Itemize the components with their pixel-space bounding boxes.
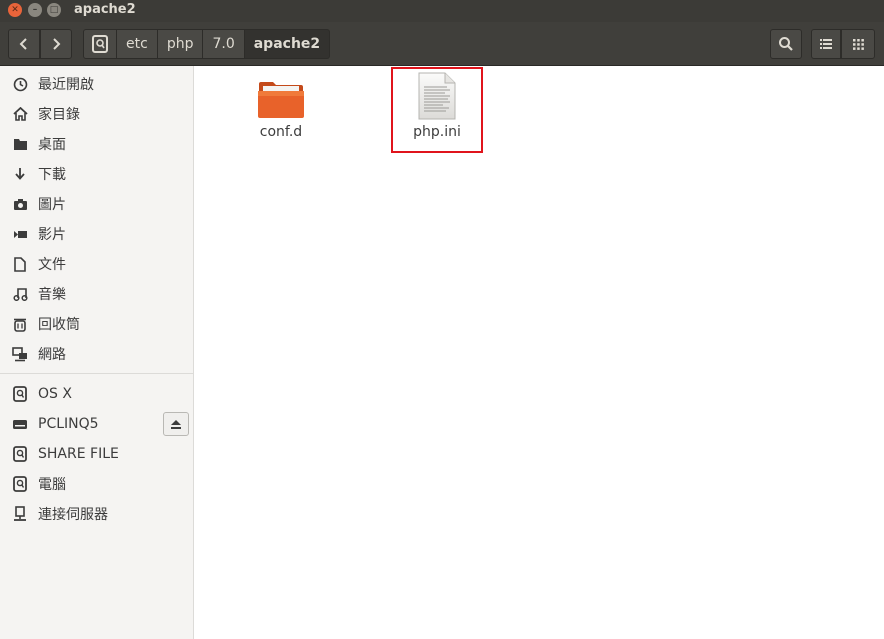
sidebar-item-pictures[interactable]: 圖片 <box>0 189 193 219</box>
sidebar-item-recent[interactable]: 最近開啟 <box>0 69 193 99</box>
download-icon <box>11 165 29 183</box>
toolbar: etc php 7.0 apache2 <box>0 22 884 66</box>
grid-view-icon <box>852 38 864 50</box>
sidebar-item-label: PCLINQ5 <box>38 416 99 432</box>
network-icon <box>11 345 29 363</box>
breadcrumb-7-0[interactable]: 7.0 <box>203 29 245 59</box>
file-item-conf-d[interactable]: conf.d <box>250 80 312 140</box>
sidebar-item-share-file[interactable]: SHARE FILE <box>0 439 193 469</box>
sidebar-item-label: 家目錄 <box>38 107 80 123</box>
sidebar: 最近開啟 家目錄 桌面 下載 圖片 影片 文件 音樂 回收筒 網路 OS X P… <box>0 66 194 639</box>
maximize-window-button[interactable]: □ <box>47 3 61 17</box>
highlight-box <box>391 67 483 153</box>
minimize-window-button[interactable]: – <box>28 3 42 17</box>
search-button[interactable] <box>770 29 802 59</box>
sidebar-item-videos[interactable]: 影片 <box>0 219 193 249</box>
sidebar-item-label: SHARE FILE <box>38 446 119 462</box>
chevron-right-icon <box>53 38 61 50</box>
drive-icon <box>11 445 29 463</box>
sidebar-item-label: 連接伺服器 <box>38 507 108 523</box>
breadcrumb-root[interactable] <box>83 29 117 59</box>
trash-icon <box>11 315 29 333</box>
sidebar-item-computer[interactable]: 電腦 <box>0 469 193 499</box>
sidebar-item-label: 最近開啟 <box>38 77 94 93</box>
file-view: conf.d php.ini <box>200 66 884 639</box>
back-button[interactable] <box>8 29 40 59</box>
sidebar-item-label: 音樂 <box>38 287 66 303</box>
folder-icon <box>258 82 304 118</box>
sidebar-item-music[interactable]: 音樂 <box>0 279 193 309</box>
camera-icon <box>11 195 29 213</box>
document-icon <box>11 255 29 273</box>
title-bar: ✕ – □ apache2 <box>0 0 884 22</box>
sidebar-item-label: 下載 <box>38 167 66 183</box>
breadcrumb: etc php 7.0 apache2 <box>83 29 331 59</box>
drive-icon <box>11 475 29 493</box>
sidebar-item-desktop[interactable]: 桌面 <box>0 129 193 159</box>
sidebar-item-label: 回收筒 <box>38 317 80 333</box>
sidebar-item-trash[interactable]: 回收筒 <box>0 309 193 339</box>
sidebar-item-network[interactable]: 網路 <box>0 339 193 369</box>
breadcrumb-php[interactable]: php <box>157 29 204 59</box>
sidebar-item-home[interactable]: 家目錄 <box>0 99 193 129</box>
close-window-button[interactable]: ✕ <box>8 3 22 17</box>
sidebar-item-label: OS X <box>38 386 72 402</box>
drive-icon <box>11 385 29 403</box>
sidebar-item-label: 影片 <box>38 227 66 243</box>
eject-button[interactable] <box>163 412 189 436</box>
sidebar-item-os-x[interactable]: OS X <box>0 379 193 409</box>
sidebar-item-documents[interactable]: 文件 <box>0 249 193 279</box>
list-view-icon <box>820 39 832 49</box>
music-icon <box>11 285 29 303</box>
home-icon <box>11 105 29 123</box>
sidebar-item-label: 電腦 <box>38 477 66 493</box>
breadcrumb-etc[interactable]: etc <box>117 29 158 59</box>
drive-icon <box>92 35 108 53</box>
list-view-button[interactable] <box>811 29 841 59</box>
sidebar-item-label: 桌面 <box>38 137 66 153</box>
forward-button[interactable] <box>40 29 72 59</box>
folder-icon <box>11 135 29 153</box>
sidebar-item-connect-server[interactable]: 連接伺服器 <box>0 499 193 529</box>
removable-drive-icon <box>11 415 29 433</box>
breadcrumb-apache2[interactable]: apache2 <box>244 29 331 59</box>
sidebar-separator <box>0 373 193 374</box>
window-title: apache2 <box>74 2 136 17</box>
search-icon <box>779 37 793 51</box>
sidebar-item-label: 文件 <box>38 257 66 273</box>
clock-icon <box>11 75 29 93</box>
server-icon <box>11 505 29 523</box>
video-icon <box>11 225 29 243</box>
file-name: conf.d <box>259 124 303 140</box>
chevron-left-icon <box>19 38 27 50</box>
sidebar-item-label: 圖片 <box>38 197 66 213</box>
eject-icon <box>171 419 181 429</box>
grid-view-button[interactable] <box>841 29 875 59</box>
sidebar-item-label: 網路 <box>38 347 66 363</box>
sidebar-item-downloads[interactable]: 下載 <box>0 159 193 189</box>
